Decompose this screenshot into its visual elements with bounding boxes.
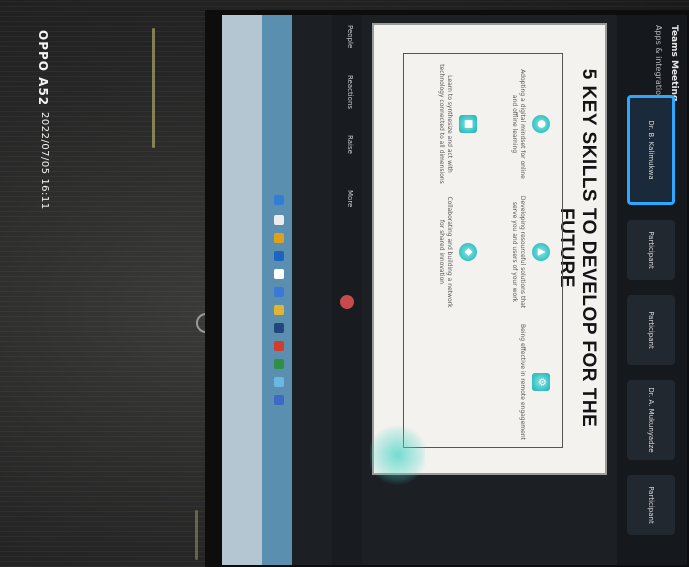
slide-accent-glow xyxy=(370,425,425,485)
participant-name: Participant xyxy=(647,231,655,269)
skill-text: Being effective in remote engagement xyxy=(519,323,526,441)
apps-link[interactable]: Apps & integrations xyxy=(654,25,663,104)
meeting-title: Teams Meeting xyxy=(669,25,679,102)
search-icon[interactable] xyxy=(274,215,284,225)
meeting-header: Teams Meeting Apps & integrations Dr. B.… xyxy=(617,15,687,565)
participant-name: Dr. A. Mukunyadze xyxy=(647,387,655,453)
chrome-icon[interactable] xyxy=(274,305,284,315)
participant-name: Participant xyxy=(647,486,655,524)
handshake-icon: ◆ xyxy=(459,243,477,261)
skill-item: ■ Learn to synthesize and act with techn… xyxy=(437,64,477,184)
people-button[interactable]: People xyxy=(346,25,354,48)
edge-browser-icon[interactable] xyxy=(274,251,284,261)
excel-icon[interactable] xyxy=(274,359,284,369)
word-icon[interactable] xyxy=(274,395,284,405)
powerpoint-icon[interactable] xyxy=(274,341,284,351)
gear-icon: ⚙ xyxy=(532,373,550,391)
skill-text: Developing resourceful solutions that se… xyxy=(511,195,526,309)
skills-frame: ● Adopting a digital mindset for online … xyxy=(403,53,563,448)
desk-reflection xyxy=(152,28,155,148)
skill-item: ▲ Developing resourceful solutions that … xyxy=(510,192,550,312)
participant-tile[interactable]: Participant xyxy=(627,475,675,535)
raise-hand-button[interactable]: Raise xyxy=(346,135,354,154)
watermark-model: OPPO A52 xyxy=(36,30,50,107)
file-explorer-icon[interactable] xyxy=(274,233,284,243)
skill-text: Collaborating and building a network for… xyxy=(438,196,453,308)
mail-icon[interactable] xyxy=(274,287,284,297)
participant-tile-active[interactable]: Dr. B. Kalimukwa xyxy=(627,95,675,205)
participant-tile[interactable]: Dr. A. Mukunyadze xyxy=(627,380,675,460)
presentation-slide: 5 KEY SKILLS TO DEVELOP FOR THE FUTURE ●… xyxy=(370,23,607,485)
participant-tile[interactable]: Participant xyxy=(627,295,675,365)
skill-text: Learn to synthesize and act with technol… xyxy=(438,64,453,184)
taskbar-glare xyxy=(222,15,262,565)
teams-icon[interactable] xyxy=(274,323,284,333)
leave-button[interactable] xyxy=(340,295,354,309)
more-button[interactable]: More xyxy=(346,190,354,207)
person-icon: ● xyxy=(532,115,550,133)
watermark-timestamp: 2022/07/05 16:11 xyxy=(39,112,50,210)
start-button-icon[interactable] xyxy=(274,195,284,205)
skill-item: ⚙ Being effective in remote engagement xyxy=(518,322,550,442)
desk-reflection xyxy=(195,510,198,560)
app-icon[interactable] xyxy=(274,377,284,387)
chart-icon: ▲ xyxy=(532,243,550,261)
participant-tile[interactable]: Participant xyxy=(627,220,675,280)
camera-watermark: OPPO A52 2022/07/05 16:11 xyxy=(36,30,50,210)
skill-item: ● Adopting a digital mindset for online … xyxy=(510,64,550,184)
group-icon: ■ xyxy=(459,115,477,133)
participant-name: Dr. B. Kalimukwa xyxy=(647,120,655,180)
skill-item: ◆ Collaborating and building a network f… xyxy=(437,192,477,312)
monitor-screen: Teams Meeting Apps & integrations Dr. B.… xyxy=(222,15,687,565)
windows-taskbar xyxy=(262,15,292,565)
store-icon[interactable] xyxy=(274,269,284,279)
reactions-button[interactable]: Reactions xyxy=(346,75,354,109)
meeting-control-bar: People Reactions Raise More xyxy=(332,15,362,565)
skill-text: Adopting a digital mindset for online an… xyxy=(511,69,526,179)
participant-name: Participant xyxy=(647,311,655,349)
